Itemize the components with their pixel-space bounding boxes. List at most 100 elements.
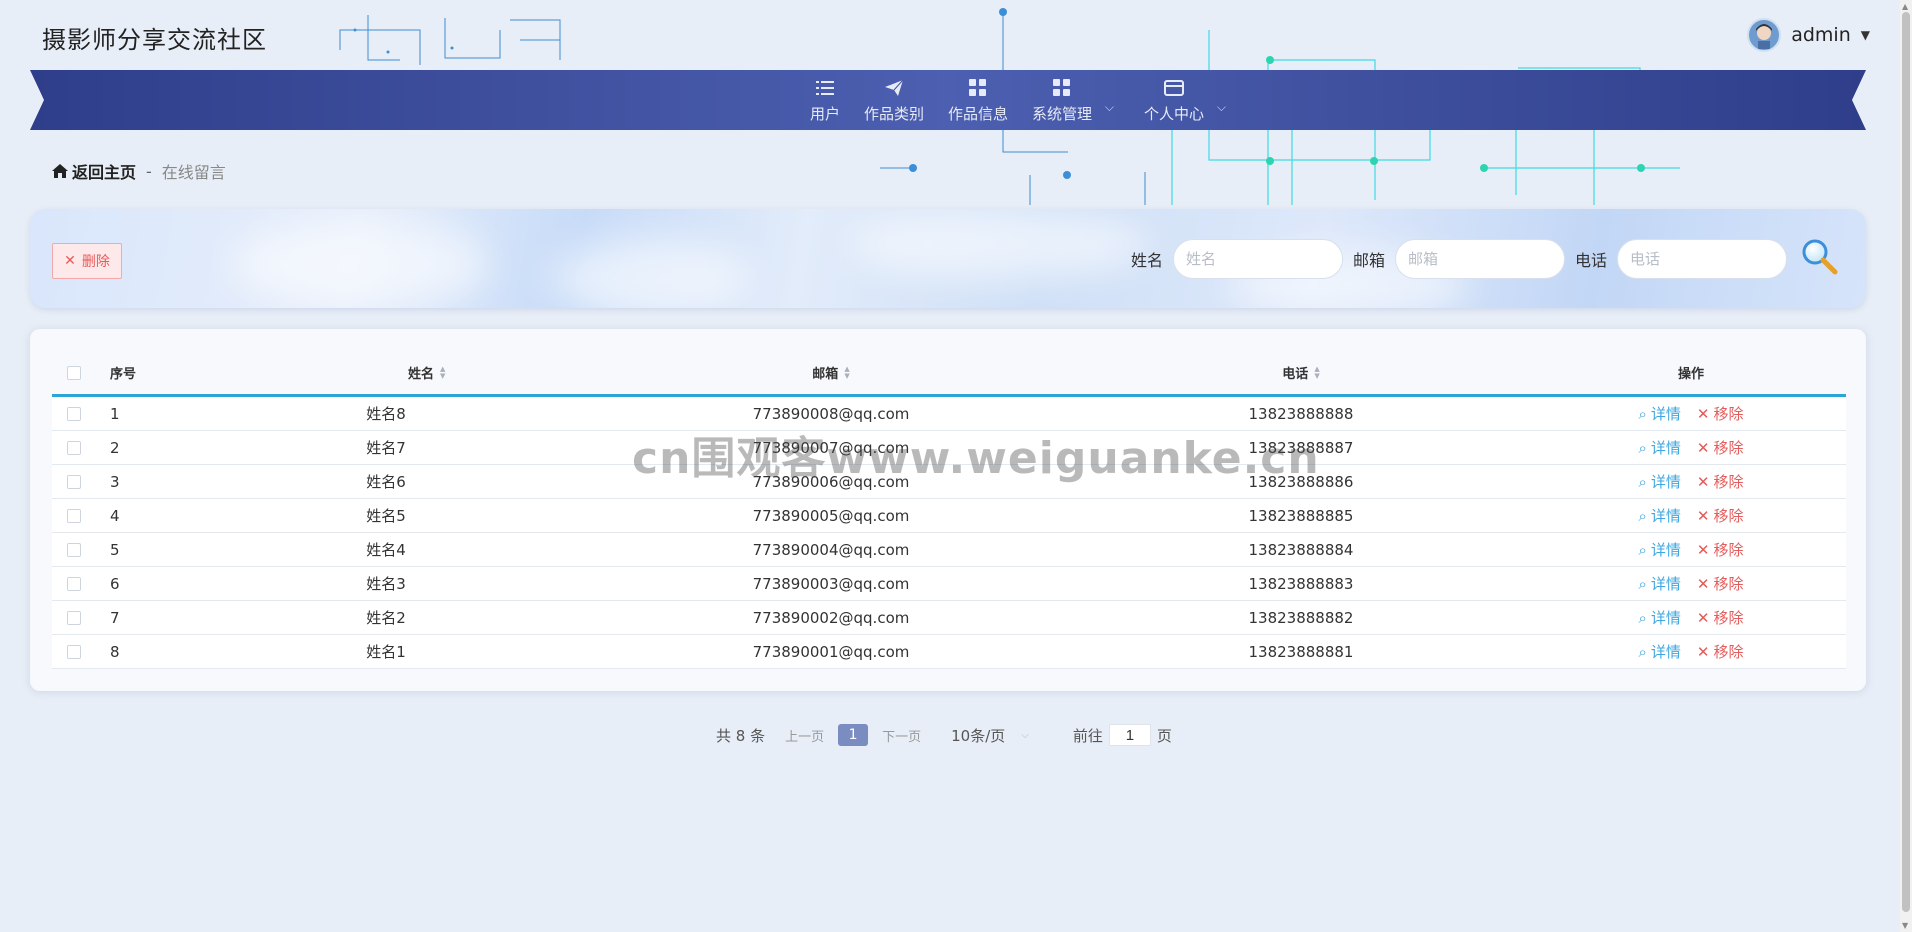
detail-button[interactable]: ⌕ 详情 [1638, 641, 1680, 662]
user-menu[interactable]: admin ▼ [1747, 18, 1870, 52]
phone-input[interactable] [1617, 239, 1788, 279]
page-size-select[interactable]: 10条/页 ⌵ [951, 725, 1029, 746]
breadcrumb-home[interactable]: 返回主页 [52, 159, 136, 183]
row-checkbox[interactable] [67, 440, 81, 455]
detail-button[interactable]: ⌕ 详情 [1638, 607, 1680, 628]
search-button[interactable] [1800, 237, 1840, 277]
table-row: 6 姓名3 773890003@qq.com 13823888883 ⌕ 详情 ✕ 移… [52, 567, 1846, 601]
remove-button[interactable]: ✕ 移除 [1697, 607, 1744, 628]
caret-down-icon[interactable]: ▼ [1861, 28, 1870, 42]
email-input[interactable] [1395, 239, 1566, 279]
cell-name: 姓名7 [366, 439, 406, 457]
row-checkbox[interactable] [67, 576, 81, 591]
next-page-button[interactable]: 下一页 [882, 726, 921, 745]
column-header-actions: 操作 [1677, 367, 1704, 382]
nav-item-personal[interactable]: 个人中心 ⌵ [1144, 70, 1226, 130]
scrollbar-thumb[interactable] [1902, 12, 1910, 912]
close-icon: ✕ [1696, 472, 1710, 491]
sort-icon[interactable]: ▲ ▼ [1314, 365, 1319, 380]
breadcrumb-home-label[interactable]: 返回主页 [72, 159, 136, 183]
home-icon [52, 164, 68, 178]
pagination: 共 8 条 上一页 1 下一页 10条/页 ⌵ 前往 页 [716, 724, 1172, 746]
delete-button[interactable]: ✕ 删除 [52, 243, 122, 279]
row-checkbox[interactable] [67, 610, 81, 625]
cell-index: 6 [110, 574, 120, 593]
column-header-name[interactable]: 姓名 ▲ ▼ [176, 363, 596, 382]
phone-filter-label: 电话 [1575, 251, 1608, 270]
detail-button[interactable]: ⌕ 详情 [1638, 539, 1680, 560]
remove-label: 移除 [1713, 439, 1744, 457]
detail-icon: ⌕ [1638, 574, 1647, 593]
scroll-down-icon[interactable]: ▼ [1902, 921, 1908, 930]
column-header-phone[interactable]: 电话 ▲ ▼ [1066, 363, 1536, 382]
grid-icon [968, 76, 987, 100]
detail-button[interactable]: ⌕ 详情 [1638, 573, 1680, 594]
row-checkbox[interactable] [67, 508, 81, 523]
nav-label: 系统管理 [1032, 105, 1093, 123]
cell-name: 姓名5 [366, 507, 406, 525]
cell-phone: 13823888881 [1248, 642, 1354, 661]
column-header-email-label: 邮箱 [812, 367, 839, 382]
sort-icon[interactable]: ▲ ▼ [844, 365, 849, 380]
grid-icon [1053, 76, 1071, 100]
detail-button[interactable]: ⌕ 详情 [1638, 403, 1680, 424]
avatar[interactable] [1747, 18, 1782, 52]
nav-item-system[interactable]: 系统管理 ⌵ [1032, 70, 1114, 130]
chevron-down-icon: ⌵ [1104, 100, 1115, 114]
cell-phone: 13823888884 [1248, 540, 1354, 559]
scroll-up-icon[interactable]: ▲ [1902, 2, 1908, 11]
table-row: 7 姓名2 773890002@qq.com 13823888882 ⌕ 详情 ✕ 移… [52, 601, 1846, 635]
remove-label: 移除 [1713, 541, 1744, 559]
select-all-checkbox[interactable] [67, 365, 81, 380]
goto-page-input[interactable] [1108, 724, 1151, 746]
remove-label: 移除 [1713, 405, 1744, 423]
sort-icon[interactable]: ▲ ▼ [440, 365, 445, 380]
table-row: 4 姓名5 773890005@qq.com 13823888885 ⌕ 详情 ✕ 移… [52, 499, 1846, 533]
detail-icon: ⌕ [1638, 472, 1647, 491]
name-input[interactable] [1173, 239, 1344, 279]
row-checkbox[interactable] [67, 406, 81, 421]
cell-name: 姓名6 [366, 473, 406, 491]
close-icon: ✕ [1696, 642, 1710, 661]
prev-page-button[interactable]: 上一页 [785, 726, 824, 745]
detail-button[interactable]: ⌕ 详情 [1638, 505, 1680, 526]
row-checkbox[interactable] [67, 542, 81, 557]
cell-email: 773890008@qq.com [752, 404, 910, 423]
remove-button[interactable]: ✕ 移除 [1697, 403, 1744, 424]
goto-page: 前往 页 [1073, 724, 1172, 746]
chevron-down-icon: ⌵ [1021, 729, 1029, 741]
remove-button[interactable]: ✕ 移除 [1697, 471, 1744, 492]
nav-item-users[interactable]: 用户 [810, 70, 840, 130]
cell-phone: 13823888882 [1248, 608, 1354, 627]
close-icon: ✕ [1696, 574, 1710, 593]
column-header-index: 序号 [110, 367, 137, 382]
paper-plane-icon [884, 76, 904, 100]
page-scrollbar[interactable]: ▲ ▼ [1900, 0, 1912, 932]
remove-button[interactable]: ✕ 移除 [1697, 573, 1744, 594]
cell-phone: 13823888888 [1248, 404, 1354, 423]
column-header-phone-label: 电话 [1282, 367, 1309, 382]
cell-email: 773890002@qq.com [752, 608, 910, 627]
detail-button[interactable]: ⌕ 详情 [1638, 471, 1680, 492]
detail-label: 详情 [1650, 643, 1681, 661]
cell-index: 1 [110, 404, 120, 423]
card-icon [1164, 76, 1185, 100]
nav-item-work-category[interactable]: 作品类别 [864, 70, 924, 130]
row-checkbox[interactable] [67, 474, 81, 489]
nav-item-work-info[interactable]: 作品信息 [948, 70, 1008, 130]
user-name[interactable]: admin [1791, 24, 1851, 46]
remove-button[interactable]: ✕ 移除 [1697, 505, 1744, 526]
avatar-image [1756, 24, 1773, 49]
remove-button[interactable]: ✕ 移除 [1697, 539, 1744, 560]
remove-button[interactable]: ✕ 移除 [1697, 437, 1744, 458]
table-row: 8 姓名1 773890001@qq.com 13823888881 ⌕ 详情 ✕ 移… [52, 635, 1846, 669]
table-card: 序号 姓名 ▲ ▼ 邮箱 ▲ ▼ 电话 ▲ ▼ 操作 1 姓名8 773890008@qq.… [30, 329, 1866, 691]
page-number-button[interactable]: 1 [838, 724, 869, 746]
detail-button[interactable]: ⌕ 详情 [1638, 437, 1680, 458]
column-header-email[interactable]: 邮箱 ▲ ▼ [596, 363, 1066, 382]
cell-phone: 13823888883 [1248, 574, 1354, 593]
detail-icon: ⌕ [1638, 540, 1647, 559]
remove-button[interactable]: ✕ 移除 [1697, 641, 1744, 662]
row-checkbox[interactable] [67, 644, 81, 659]
list-icon [815, 76, 834, 100]
